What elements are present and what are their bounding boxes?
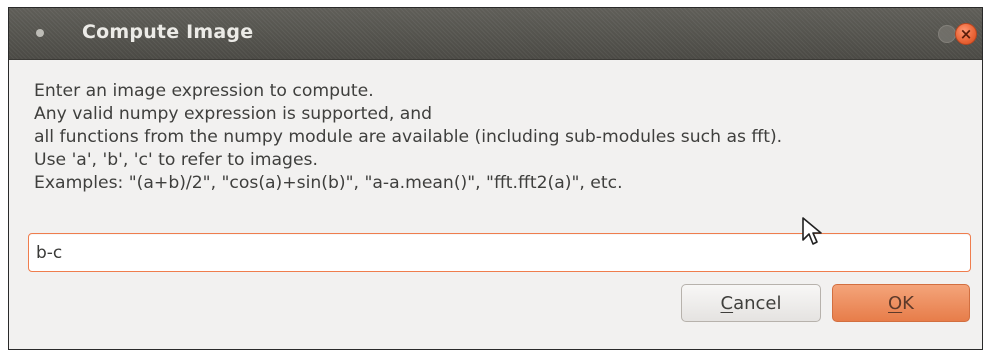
cancel-mnemonic: C: [720, 292, 734, 314]
close-icon: ×: [959, 24, 973, 43]
cancel-button[interactable]: Cancel: [681, 284, 821, 322]
mouse-cursor-icon: [802, 217, 822, 245]
instruction-line: all functions from the numpy module are …: [34, 127, 783, 147]
instruction-line: Use 'a', 'b', 'c' to refer to images.: [34, 150, 318, 170]
instruction-line: Enter an image expression to compute.: [34, 81, 374, 101]
instruction-line: Any valid numpy expression is supported,…: [34, 104, 433, 124]
close-button[interactable]: ×: [955, 23, 977, 45]
instructions-text: Enter an image expression to compute. An…: [34, 80, 974, 195]
ok-button[interactable]: OK: [832, 284, 970, 322]
dialog-titlebar[interactable]: Compute Image ×: [9, 8, 982, 60]
unmaximize-icon[interactable]: [938, 25, 956, 43]
instruction-line: Examples: "(a+b)/2", "cos(a)+sin(b)", "a…: [34, 173, 623, 193]
dialog-title: Compute Image: [82, 21, 254, 43]
dialog-content: Enter an image expression to compute. An…: [9, 60, 982, 349]
ok-mnemonic: O: [888, 292, 903, 314]
cancel-label-rest: ancel: [733, 292, 782, 314]
window-controls: ×: [938, 23, 977, 45]
expression-input[interactable]: [28, 233, 971, 272]
compute-image-dialog: Compute Image × Enter an image expressio…: [8, 7, 983, 350]
ok-label-rest: K: [902, 292, 914, 314]
window-menu-icon[interactable]: [36, 29, 44, 37]
